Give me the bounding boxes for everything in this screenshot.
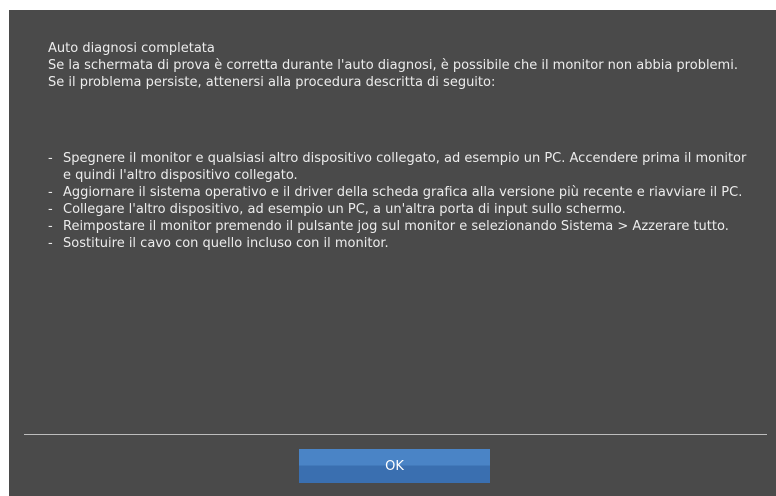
bullet-dash: -	[48, 185, 53, 200]
dialog-title: Auto diagnosi completata	[48, 41, 215, 56]
step-text: Reimpostare il monitor premendo il pulsa…	[63, 219, 729, 234]
step-text: Sostituire il cavo con quello incluso co…	[63, 236, 389, 251]
self-diagnosis-dialog: Auto diagnosi completata Se la schermata…	[9, 10, 776, 496]
troubleshooting-steps: - Spegnere il monitor e qualsiasi altro d…	[48, 150, 748, 252]
list-item: - Collegare l'altro dispositivo, ad esemp…	[48, 201, 748, 218]
step-text: Collegare l'altro dispositivo, ad esempi…	[63, 202, 626, 217]
ok-button[interactable]: OK	[299, 449, 490, 483]
step-text: Aggiornare il sistema operativo e il dri…	[63, 185, 743, 200]
divider	[24, 434, 767, 435]
bullet-dash: -	[48, 236, 53, 251]
list-item: - Sostituire il cavo con quello incluso c…	[48, 235, 748, 252]
bullet-dash: -	[48, 219, 53, 234]
bullet-dash: -	[48, 151, 53, 166]
list-item: - Spegnere il monitor e qualsiasi altro d…	[48, 150, 748, 184]
dialog-header: Auto diagnosi completata Se la schermata…	[48, 40, 738, 91]
dialog-description: Se la schermata di prova è corretta dura…	[48, 58, 738, 90]
step-text: Spegnere il monitor e qualsiasi altro di…	[63, 151, 747, 183]
list-item: - Aggiornare il sistema operativo e il dr…	[48, 184, 748, 201]
bullet-dash: -	[48, 202, 53, 217]
list-item: - Reimpostare il monitor premendo il puls…	[48, 218, 748, 235]
